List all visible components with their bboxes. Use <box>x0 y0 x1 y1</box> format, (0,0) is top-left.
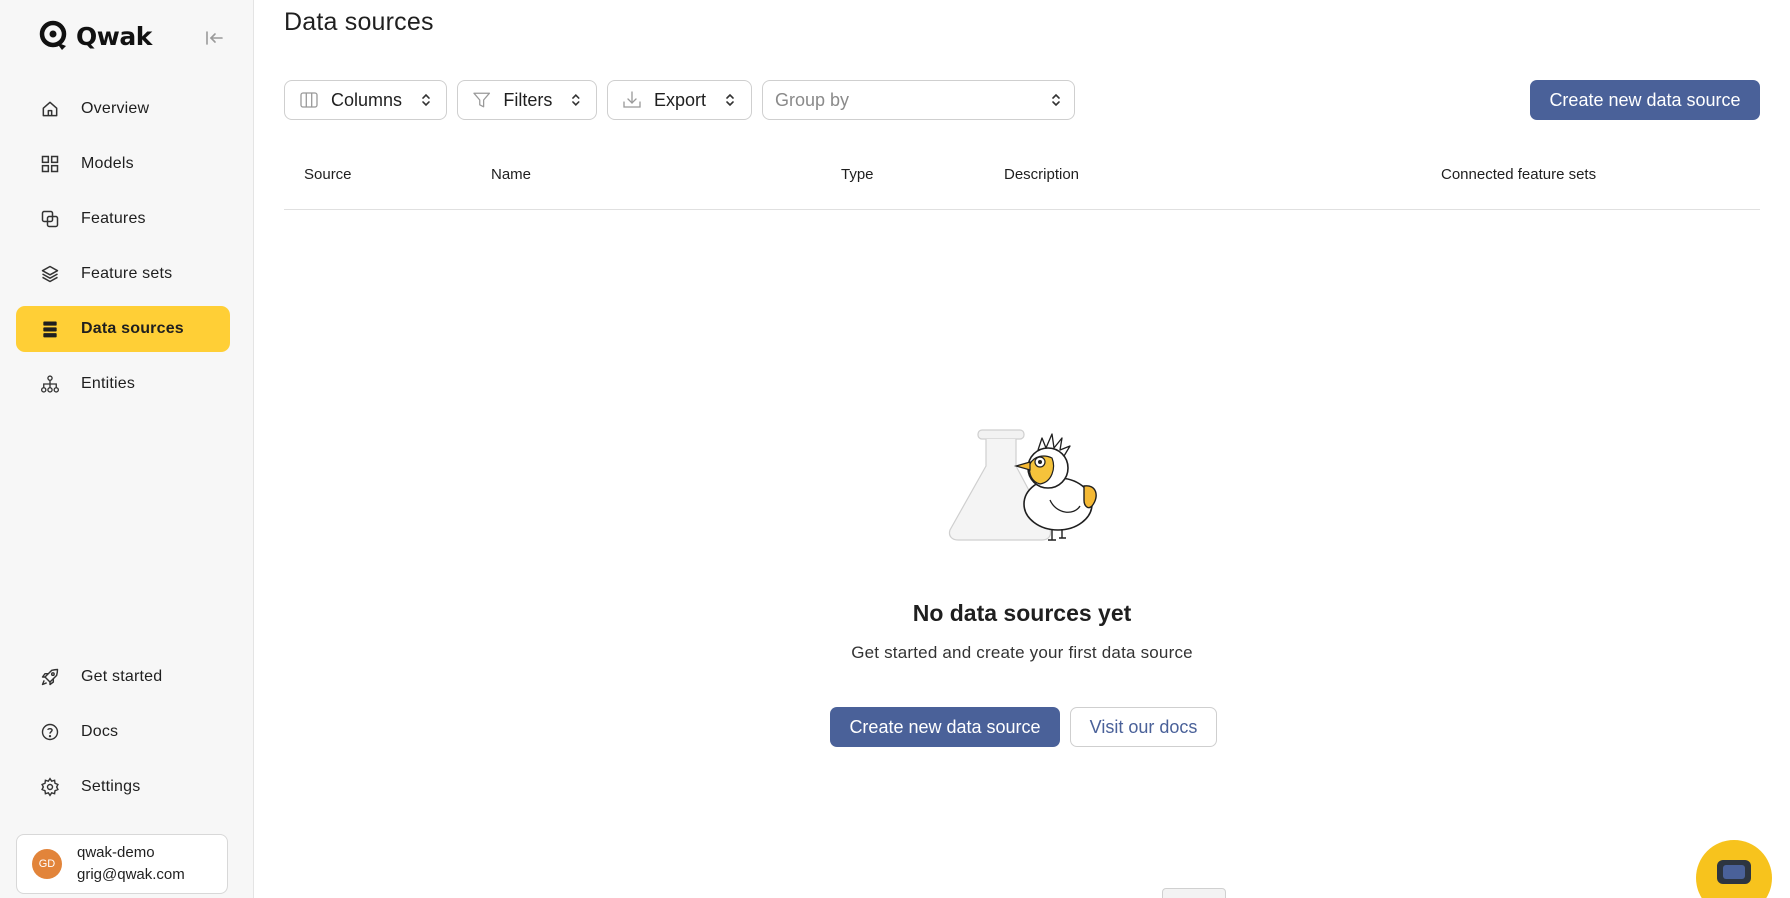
create-data-source-empty-button[interactable]: Create new data source <box>830 707 1060 747</box>
column-header-type[interactable]: Type <box>841 166 874 183</box>
sidebar-item-get-started[interactable]: Get started <box>16 654 230 700</box>
main-content: Data sources Columns Filters Export Grou… <box>254 0 1790 898</box>
user-info: qwak-demo grig@qwak.com <box>77 842 185 886</box>
chevron-up-down-icon <box>1052 93 1060 107</box>
chat-icon <box>1717 860 1751 884</box>
sidebar-item-label: Get started <box>81 668 163 685</box>
rocket-icon <box>39 666 61 688</box>
group-by-placeholder: Group by <box>775 89 850 110</box>
sidebar-item-label: Settings <box>81 778 141 795</box>
sidebar-item-label: Docs <box>81 723 119 740</box>
sidebar-item-features[interactable]: Features <box>16 196 230 242</box>
chevron-up-down-icon <box>422 93 430 107</box>
sidebar-item-entities[interactable]: Entities <box>16 361 230 407</box>
sidebar-item-data-sources[interactable]: Data sources <box>16 306 230 352</box>
features-icon <box>39 208 61 230</box>
export-label: Export <box>654 89 707 110</box>
sidebar-item-label: Features <box>81 210 146 227</box>
help-circle-icon <box>39 721 61 743</box>
secondary-nav: Get started Docs Settings <box>16 654 230 819</box>
filter-icon <box>473 92 491 108</box>
sidebar-item-label: Entities <box>81 375 136 392</box>
grid-icon <box>39 153 61 175</box>
sidebar-item-models[interactable]: Models <box>16 141 230 187</box>
visit-docs-button[interactable]: Visit our docs <box>1070 707 1217 747</box>
chevron-up-down-icon <box>726 93 734 107</box>
avatar: GD <box>32 849 62 879</box>
filters-button[interactable]: Filters <box>457 80 597 120</box>
columns-label: Columns <box>330 89 403 110</box>
filters-label: Filters <box>503 89 553 110</box>
collapse-sidebar-button[interactable] <box>202 26 226 50</box>
sidebar-item-feature-sets[interactable]: Feature sets <box>16 251 230 297</box>
collapse-left-icon <box>206 31 223 45</box>
main-nav: Overview Models Features Feature sets Da… <box>16 86 230 416</box>
columns-icon <box>300 92 318 108</box>
bottom-scroll-tab[interactable] <box>1162 888 1226 898</box>
logo-text: Qwak <box>76 21 152 51</box>
table-header: Source Name Type Description Connected f… <box>284 148 1760 210</box>
duck-flask-illustration <box>948 429 1097 541</box>
layers-icon <box>39 263 61 285</box>
download-icon <box>623 91 641 108</box>
hierarchy-icon <box>39 373 61 395</box>
gear-icon <box>39 776 61 798</box>
export-button[interactable]: Export <box>607 80 752 120</box>
columns-button[interactable]: Columns <box>284 80 447 120</box>
column-header-name[interactable]: Name <box>491 166 531 183</box>
user-card[interactable]: GD qwak-demo grig@qwak.com <box>16 834 228 894</box>
sidebar-item-label: Feature sets <box>81 265 173 282</box>
create-data-source-button[interactable]: Create new data source <box>1530 80 1760 120</box>
page-title: Data sources <box>284 8 434 36</box>
sidebar-item-label: Data sources <box>81 320 184 337</box>
database-icon <box>39 318 61 340</box>
sidebar-item-settings[interactable]: Settings <box>16 764 230 810</box>
sidebar-item-docs[interactable]: Docs <box>16 709 230 755</box>
qwak-logo-icon <box>39 20 67 50</box>
column-header-source[interactable]: Source <box>304 166 352 183</box>
sidebar-item-label: Models <box>81 155 134 172</box>
sidebar-item-label: Overview <box>81 100 150 117</box>
empty-state-title: No data sources yet <box>912 600 1132 626</box>
column-header-description[interactable]: Description <box>1004 166 1079 183</box>
column-header-connected-feature-sets[interactable]: Connected feature sets <box>1441 166 1596 183</box>
sidebar-item-overview[interactable]: Overview <box>16 86 230 132</box>
toolbar: Columns Filters Export Group by <box>284 80 1075 120</box>
user-name: qwak-demo <box>77 844 155 861</box>
user-email: grig@qwak.com <box>77 866 185 883</box>
empty-state-subtitle: Get started and create your first data s… <box>851 643 1193 662</box>
empty-state-actions: Create new data source Visit our docs <box>830 707 1217 747</box>
home-icon <box>39 98 61 120</box>
group-by-select[interactable]: Group by <box>762 80 1075 120</box>
logo[interactable]: Qwak <box>38 20 152 52</box>
chevron-up-down-icon <box>572 94 580 106</box>
sidebar: Qwak Overview Models Features Feature se… <box>0 0 254 898</box>
